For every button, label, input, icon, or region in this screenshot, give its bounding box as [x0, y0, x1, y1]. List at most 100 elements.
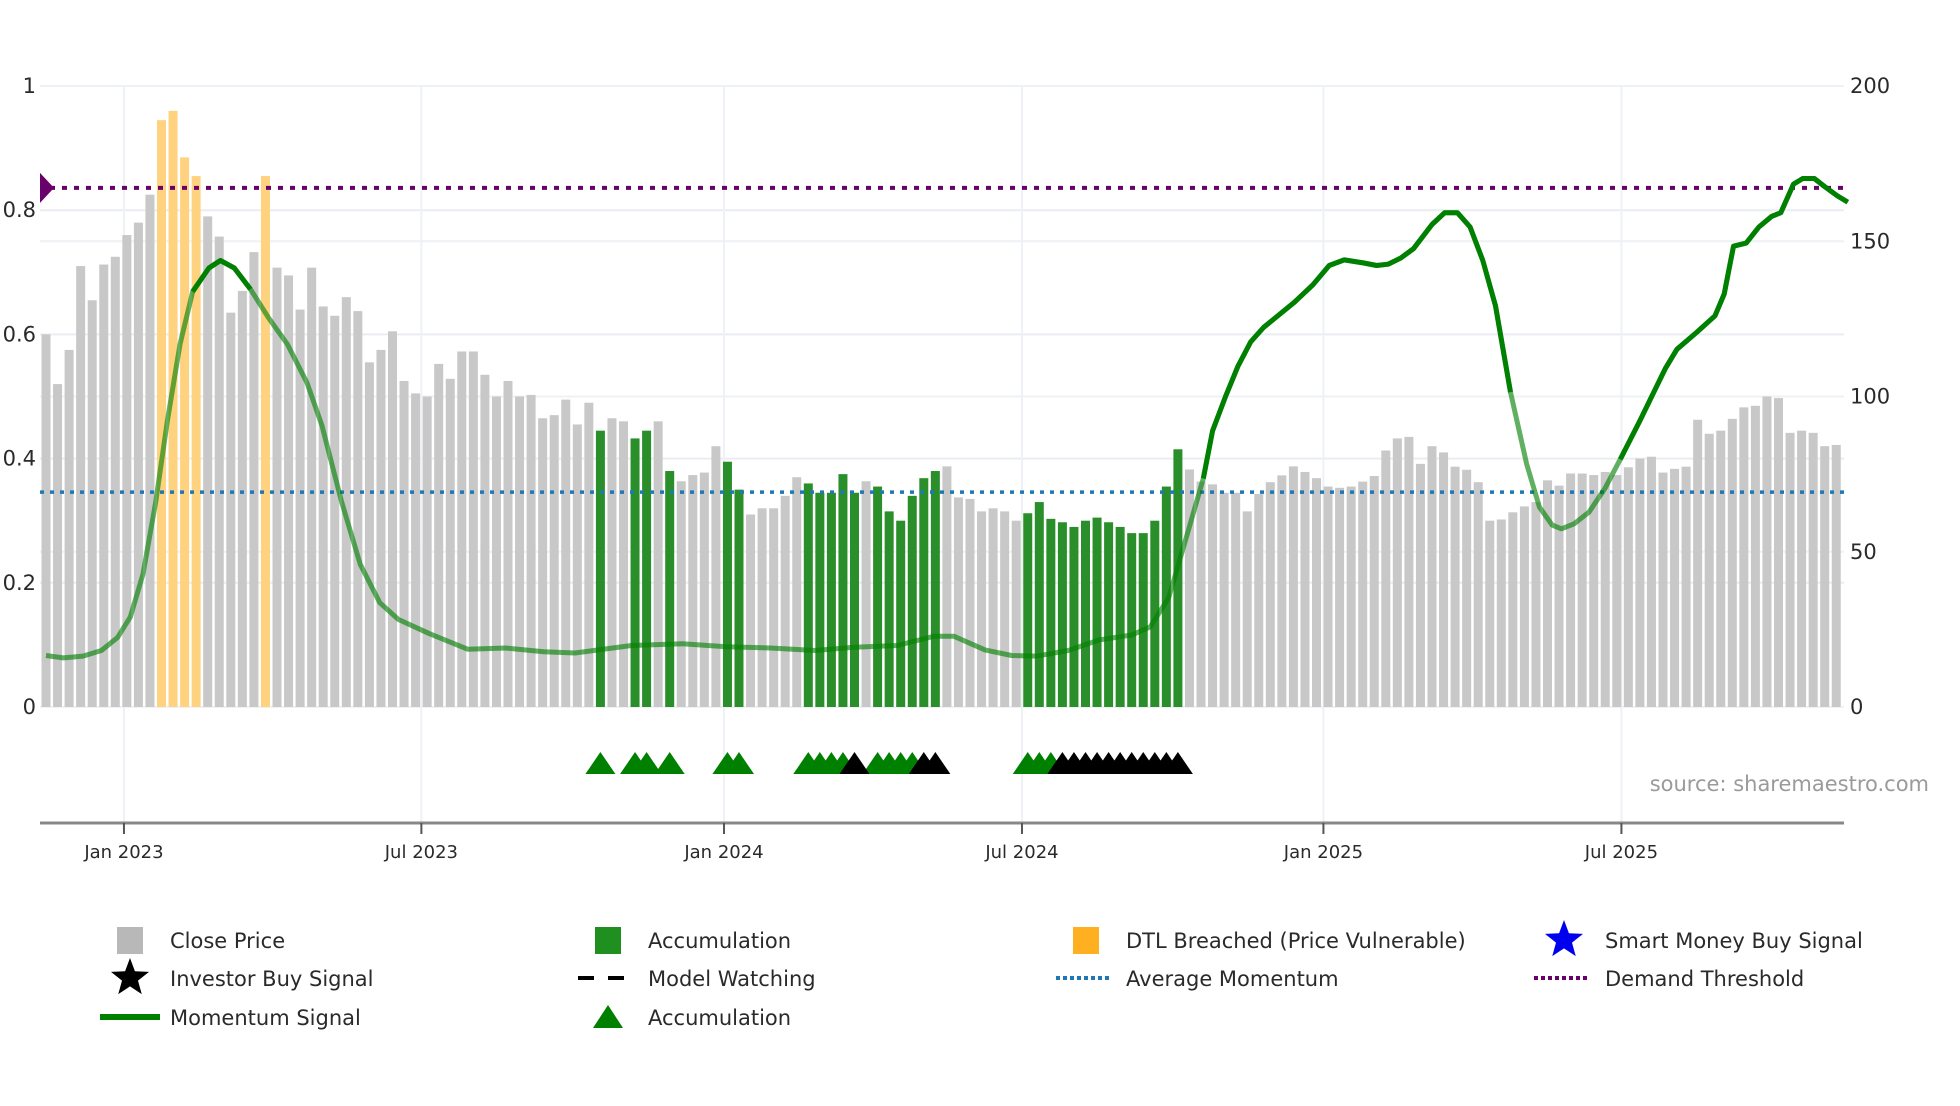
close-price-bar — [491, 396, 501, 707]
accumulation-bar — [803, 483, 813, 707]
legend-item: Accumulation — [593, 1005, 791, 1030]
close-price-bar — [1300, 471, 1310, 707]
close-price-bar — [445, 378, 455, 707]
close-price-bar — [1369, 475, 1379, 707]
close-price-bar — [1231, 492, 1241, 707]
close-price-bar — [307, 267, 317, 707]
right-tick-label: 100 — [1850, 385, 1890, 409]
legend-label: Close Price — [170, 929, 285, 953]
x-tick-label: Jul 2025 — [1584, 842, 1658, 863]
close-price-bar — [1658, 472, 1668, 707]
accumulation-bar — [919, 478, 929, 707]
accumulation-bar — [734, 489, 744, 707]
close-price-bar — [1485, 520, 1495, 707]
close-price-bar — [1496, 519, 1506, 707]
close-price-bar — [1335, 487, 1345, 707]
close-price-bar — [1346, 486, 1356, 707]
accumulation-bar — [595, 430, 605, 707]
close-price-bar — [1785, 432, 1795, 707]
legend-label: Model Watching — [648, 967, 816, 991]
close-price-bar — [942, 466, 952, 707]
close-price-bar — [746, 514, 756, 707]
close-price-bar — [457, 351, 467, 707]
legend-item: Investor Buy Signal — [110, 958, 374, 995]
legend-label: Smart Money Buy Signal — [1605, 929, 1863, 953]
close-price-bar — [1739, 407, 1749, 707]
accumulation-bar — [1115, 526, 1125, 707]
legend-item: Demand Threshold — [1534, 967, 1804, 991]
left-tick-label: 0.4 — [3, 447, 36, 471]
legend-item: Average Momentum — [1056, 967, 1339, 991]
accumulation-bar — [722, 461, 732, 707]
close-price-bar — [1670, 468, 1680, 707]
accumulation-bar — [665, 471, 675, 707]
close-price-bar — [1519, 506, 1529, 707]
close-price-bar — [584, 402, 594, 707]
accumulation-bar — [838, 474, 848, 707]
close-price-bar — [769, 508, 779, 707]
accumulation-bar — [1034, 502, 1044, 707]
close-price-bar — [607, 418, 617, 707]
close-price-bar — [41, 334, 51, 707]
accumulation-bar — [907, 495, 917, 707]
close-price-bar — [145, 194, 155, 708]
close-price-bar — [364, 362, 374, 707]
close-price-bar — [1646, 456, 1656, 707]
right-axis-ticks: 0 50 100 150 200 — [1850, 74, 1890, 719]
close-price-bar — [434, 363, 444, 707]
close-price-bar — [538, 418, 548, 707]
x-tick-label: Jul 2023 — [384, 842, 458, 863]
legend-label: Accumulation — [648, 1006, 791, 1030]
close-price-bar — [1404, 436, 1414, 707]
momentum-line-strong — [1200, 210, 1513, 479]
close-price-bar — [1623, 467, 1633, 707]
close-price-bar — [988, 508, 998, 707]
close-price-bar — [1577, 473, 1587, 707]
orange-square-icon — [1073, 927, 1099, 954]
close-price-bar — [1462, 469, 1472, 707]
left-tick-label: 1 — [23, 74, 36, 98]
accumulation-bar — [1023, 513, 1033, 707]
close-price-bar — [1208, 484, 1218, 707]
dtl-breached-bar — [191, 176, 201, 708]
close-price-bar — [64, 349, 74, 707]
close-price-bar — [526, 394, 536, 707]
close-price-bar — [87, 300, 97, 707]
close-price-bar — [1704, 433, 1714, 707]
close-price-bar — [1358, 481, 1368, 707]
close-price-bar — [1750, 405, 1760, 707]
close-price-bar — [1600, 471, 1610, 707]
close-price-bar — [1808, 432, 1818, 707]
legend-item: DTL Breached (Price Vulnerable) — [1073, 927, 1466, 954]
accumulation-bar — [1104, 522, 1114, 707]
close-price-bar — [1392, 438, 1402, 707]
close-price-bar — [214, 236, 224, 707]
x-tick-label: Jan 2025 — [1283, 842, 1363, 863]
legend-label: DTL Breached (Price Vulnerable) — [1126, 929, 1466, 953]
close-price-bar — [757, 508, 767, 707]
legend-label: Momentum Signal — [170, 1006, 361, 1030]
momentum-line-strong — [1618, 176, 1850, 461]
left-tick-label: 0.2 — [3, 571, 36, 595]
right-tick-label: 0 — [1850, 695, 1863, 719]
close-price-bar — [122, 235, 132, 708]
right-tick-label: 50 — [1850, 540, 1877, 564]
close-price-bar — [1508, 512, 1518, 707]
accumulation-bar — [896, 520, 906, 707]
close-price-bar — [1323, 486, 1333, 707]
close-price-bar — [1196, 481, 1206, 707]
close-price-bar — [133, 222, 143, 707]
close-price-bar — [99, 264, 109, 707]
close-price-bar — [399, 380, 409, 707]
dtl-breached-bar — [260, 176, 270, 708]
close-price-bar — [422, 396, 432, 707]
accumulation-bar — [1092, 517, 1102, 707]
signal-markers — [585, 752, 1193, 774]
x-axis-ticks: Jan 2023 Jul 2023 Jan 2024 Jul 2024 Jan 2025… — [83, 823, 1658, 863]
close-price-bar — [1000, 511, 1010, 707]
close-price-bar — [249, 252, 259, 707]
close-price-bar — [619, 421, 628, 707]
accumulation-bar — [873, 486, 883, 707]
dtl-breached-bar — [157, 120, 166, 707]
chart: 0 0.2 0.4 0.6 0.8 1 0 50 100 150 200 Jan 2023 Jul … — [3, 74, 1929, 1030]
